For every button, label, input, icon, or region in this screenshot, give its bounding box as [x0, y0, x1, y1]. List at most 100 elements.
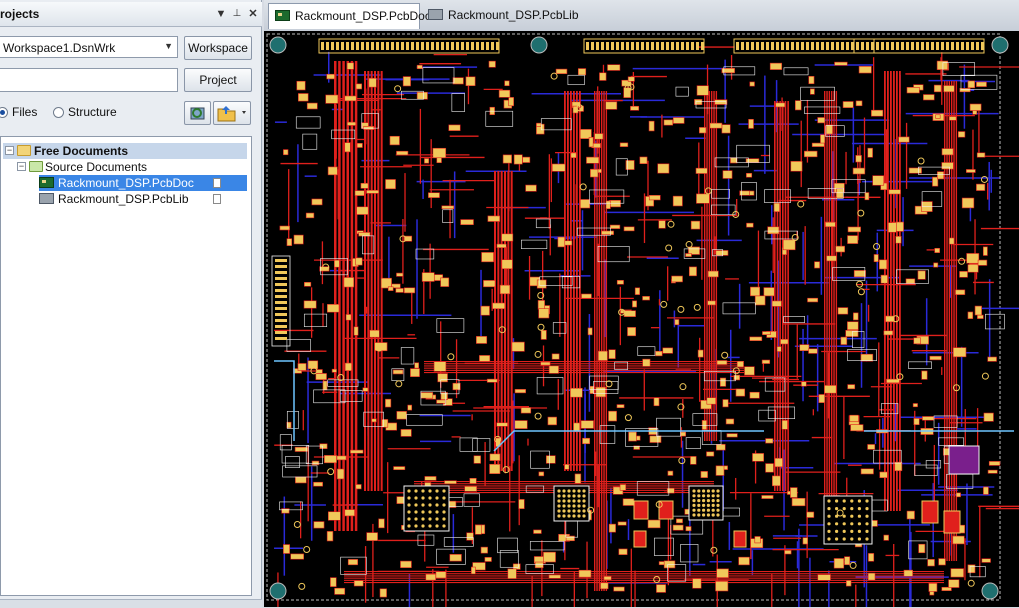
tab-pcblib[interactable]: Rackmount_DSP.PcbLib: [422, 3, 579, 29]
smd-pad: [295, 476, 307, 484]
smd-pad: [327, 511, 341, 521]
document-status-icon: [213, 194, 221, 204]
pin-icon[interactable]: ⊥: [230, 7, 244, 21]
panel-menu-icon[interactable]: ▼: [214, 7, 228, 21]
connector-pin: [926, 42, 929, 50]
smd-pad: [775, 102, 786, 108]
smd-pad: [483, 280, 496, 288]
workspace-combo[interactable]: Workspace1.DsnWrk ▼: [0, 36, 178, 58]
smd-pad: [867, 444, 876, 450]
power-pad: [733, 530, 747, 548]
files-radio[interactable]: [0, 107, 8, 118]
smd-pad: [721, 124, 731, 134]
smd-pad: [967, 311, 974, 319]
bga-ball: [716, 494, 720, 498]
smd-pad: [337, 468, 345, 480]
smd-pad: [923, 94, 935, 101]
open-folder-button[interactable]: [213, 101, 251, 125]
smd-pad: [578, 569, 592, 578]
smd-pad: [748, 119, 754, 129]
smd-pad: [330, 577, 337, 587]
pcb-board-view[interactable]: [264, 31, 1019, 607]
smd-pad: [835, 245, 845, 253]
smd-pad: [730, 157, 738, 164]
smd-pad: [297, 363, 307, 371]
smd-pad: [344, 142, 351, 153]
refresh-project-button[interactable]: [184, 101, 211, 125]
pcb-editor-canvas[interactable]: [264, 31, 1019, 607]
chevron-down-icon[interactable]: ▼: [164, 41, 173, 51]
project-button[interactable]: Project: [184, 68, 252, 92]
tree-doc-pcbdoc[interactable]: Rackmount_DSP.PcbDoc: [39, 175, 247, 191]
bga-ball: [435, 503, 439, 507]
edge-connector-pin: [275, 283, 287, 286]
connector-pin: [771, 42, 774, 50]
smd-pad: [597, 350, 608, 361]
bga-ball: [850, 529, 854, 533]
bga-ball: [407, 496, 411, 500]
smd-pad: [481, 252, 494, 263]
structure-radio[interactable]: [53, 107, 64, 118]
top-layer-bus: [835, 91, 838, 511]
smd-pad: [555, 68, 568, 75]
connector-pin: [806, 42, 809, 50]
tree-group-row[interactable]: − Source Documents: [15, 159, 235, 175]
close-icon[interactable]: ✕: [246, 7, 260, 21]
bga-ball: [706, 499, 710, 503]
smd-pad: [976, 81, 987, 87]
smd-pad: [696, 85, 709, 96]
workspace-button[interactable]: Workspace: [184, 36, 252, 60]
smd-pad: [536, 279, 547, 289]
smd-pad: [834, 61, 848, 66]
project-field[interactable]: [0, 68, 178, 92]
smd-pad: [441, 205, 455, 210]
smd-pad: [853, 270, 866, 278]
smd-pad: [344, 95, 357, 102]
smd-pad: [470, 566, 476, 575]
smd-pad: [326, 73, 335, 80]
power-pad: [921, 500, 939, 524]
smd-pad: [808, 348, 818, 354]
smd-pad: [525, 184, 537, 192]
bga-ball: [702, 503, 706, 507]
tab-pcbdoc[interactable]: Rackmount_DSP.PcbDoc: [268, 3, 431, 29]
smd-pad: [837, 307, 849, 315]
smd-pad: [432, 147, 447, 159]
smd-pad: [903, 569, 913, 577]
smd-pad: [496, 243, 507, 248]
smd-pad: [416, 91, 428, 100]
connector-pin: [756, 42, 759, 50]
bga-ball: [442, 489, 446, 493]
connector-pin: [606, 42, 609, 50]
workspace-combo-value: Workspace1.DsnWrk: [3, 41, 116, 55]
smd-pad: [672, 195, 683, 207]
smd-pad: [847, 384, 856, 390]
smd-pad: [410, 368, 420, 377]
smd-pad: [855, 155, 862, 163]
smd-pad: [657, 163, 670, 174]
smd-pad: [489, 453, 501, 461]
smd-pad: [290, 553, 304, 560]
smd-pad: [465, 76, 476, 87]
bga-ball: [842, 499, 846, 503]
smd-pad: [895, 236, 902, 244]
bga-ball: [421, 524, 425, 528]
smd-pad: [396, 150, 409, 156]
tab-label: Rackmount_DSP.PcbLib: [448, 8, 579, 22]
top-layer-bus: [338, 61, 341, 531]
collapse-icon[interactable]: −: [5, 146, 14, 155]
smd-pad: [715, 250, 729, 256]
smd-pad: [674, 319, 680, 326]
top-layer-bus: [605, 91, 608, 591]
bga-ball: [702, 513, 706, 517]
smd-pad: [371, 418, 377, 423]
tree-root-row[interactable]: − Free Documents: [3, 143, 247, 159]
bga-ball: [428, 489, 432, 493]
smd-pad: [981, 558, 991, 563]
top-layer-bus: [350, 61, 354, 531]
smd-pad: [701, 420, 707, 430]
smd-pad: [609, 224, 621, 229]
tree-doc-pcblib[interactable]: Rackmount_DSP.PcbLib: [39, 191, 247, 207]
collapse-icon[interactable]: −: [17, 162, 26, 171]
smd-pad: [543, 551, 556, 563]
